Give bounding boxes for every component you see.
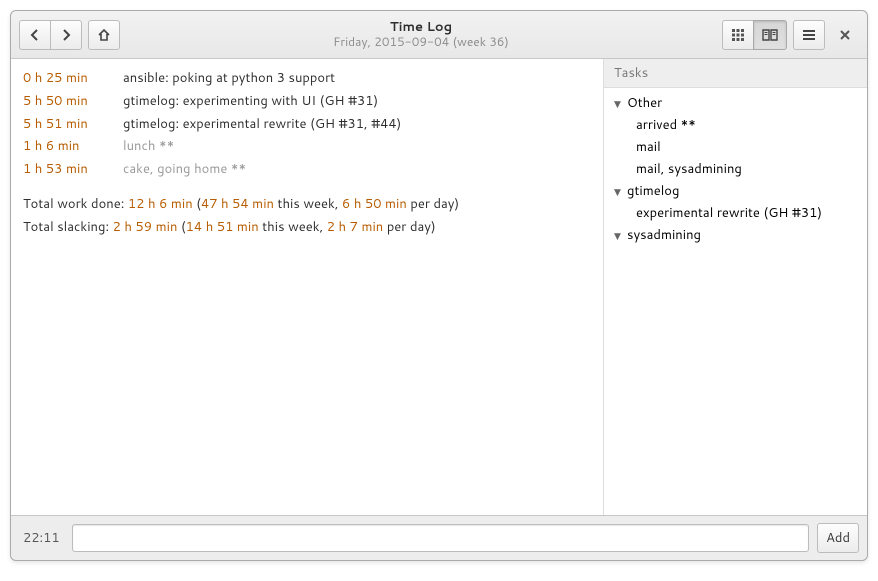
close-button[interactable] [831,21,859,49]
expander-icon: ▼ [614,97,624,110]
this-week-text2: this week, [259,218,327,236]
total-slack-line: Total slacking: 2 h 59 min (14 h 51 min … [23,216,591,239]
add-button-label: Add [826,529,850,547]
task-item[interactable]: experimental rewrite (GH #31) [604,202,867,224]
log-pane: 0 h 25 minansible: poking at python 3 su… [11,59,603,515]
close-icon [839,29,851,41]
entry-duration: 1 h 53 min [23,158,123,181]
paren-open2: ( [177,218,185,236]
total-slack-today: 2 h 59 min [113,218,178,236]
task-group-label: Other [627,94,662,112]
task-tree: ▼Otherarrived **mailmail, sysadmining▼gt… [604,88,867,250]
log-entry: 1 h 6 minlunch ** [23,135,591,158]
entry-description: ansible: poking at python 3 support [123,67,591,90]
headerbar: Time Log Friday, 2015-09-04 (week 36) [11,11,867,59]
log-entry: 0 h 25 minansible: poking at python 3 su… [23,67,591,90]
paren-open: ( [193,195,201,213]
per-day-text: per day) [407,195,459,213]
menu-button[interactable] [793,20,825,50]
log-entry: 5 h 51 mingtimelog: experimental rewrite… [23,113,591,136]
grid-icon [731,28,745,42]
reader-view-button[interactable] [753,20,787,50]
total-work-line: Total work done: 12 h 6 min (47 h 54 min… [23,193,591,216]
content-area: 0 h 25 minansible: poking at python 3 su… [11,59,867,516]
task-item[interactable]: mail, sysadmining [604,158,867,180]
view-group [722,20,787,50]
entry-description: gtimelog: experimental rewrite (GH #31, … [123,113,591,136]
home-button[interactable] [88,20,120,50]
task-item[interactable]: mail [604,136,867,158]
total-work-perday: 6 h 50 min [342,195,407,213]
chevron-left-icon [29,29,41,41]
hamburger-icon [802,29,816,41]
book-icon [762,29,778,41]
task-group-label: gtimelog [627,182,679,200]
task-group[interactable]: ▼Other [604,92,867,114]
entry-description: gtimelog: experimenting with UI (GH #31) [123,90,591,113]
total-slack-label: Total slacking: [23,218,113,236]
footer-bar: 22:11 Add [11,516,867,560]
home-icon [97,28,111,42]
current-time: 22:11 [19,529,64,547]
per-day-text2: per day) [383,218,435,236]
task-group-label: sysadmining [627,226,701,244]
task-item[interactable]: arrived ** [604,114,867,136]
app-window: Time Log Friday, 2015-09-04 (week 36) [10,10,868,561]
log-entry: 5 h 50 mingtimelog: experimenting with U… [23,90,591,113]
total-slack-week: 14 h 51 min [186,218,259,236]
total-work-label: Total work done: [23,195,128,213]
entry-duration: 5 h 51 min [23,113,123,136]
forward-button[interactable] [50,20,82,50]
grid-view-button[interactable] [722,20,754,50]
expander-icon: ▼ [614,185,624,198]
entry-description: cake, going home ** [123,158,591,181]
this-week-text: this week, [274,195,342,213]
title-block: Time Log Friday, 2015-09-04 (week 36) [126,20,716,50]
total-work-today: 12 h 6 min [128,195,193,213]
log-entries: 0 h 25 minansible: poking at python 3 su… [23,67,591,181]
total-slack-perday: 2 h 7 min [327,218,384,236]
entry-duration: 0 h 25 min [23,67,123,90]
expander-icon: ▼ [614,229,624,242]
total-work-week: 47 h 54 min [201,195,274,213]
chevron-right-icon [60,29,72,41]
add-button[interactable]: Add [817,523,859,553]
task-group[interactable]: ▼sysadmining [604,224,867,246]
back-button[interactable] [19,20,51,50]
totals-block: Total work done: 12 h 6 min (47 h 54 min… [23,193,591,240]
nav-group [19,20,82,50]
log-entry: 1 h 53 mincake, going home ** [23,158,591,181]
window-subtitle: Friday, 2015-09-04 (week 36) [126,35,716,49]
entry-input[interactable] [72,524,809,552]
sidebar-title: Tasks [604,59,867,88]
task-group[interactable]: ▼gtimelog [604,180,867,202]
entry-duration: 1 h 6 min [23,135,123,158]
entry-duration: 5 h 50 min [23,90,123,113]
entry-description: lunch ** [123,135,591,158]
tasks-sidebar: Tasks ▼Otherarrived **mailmail, sysadmin… [603,59,867,515]
